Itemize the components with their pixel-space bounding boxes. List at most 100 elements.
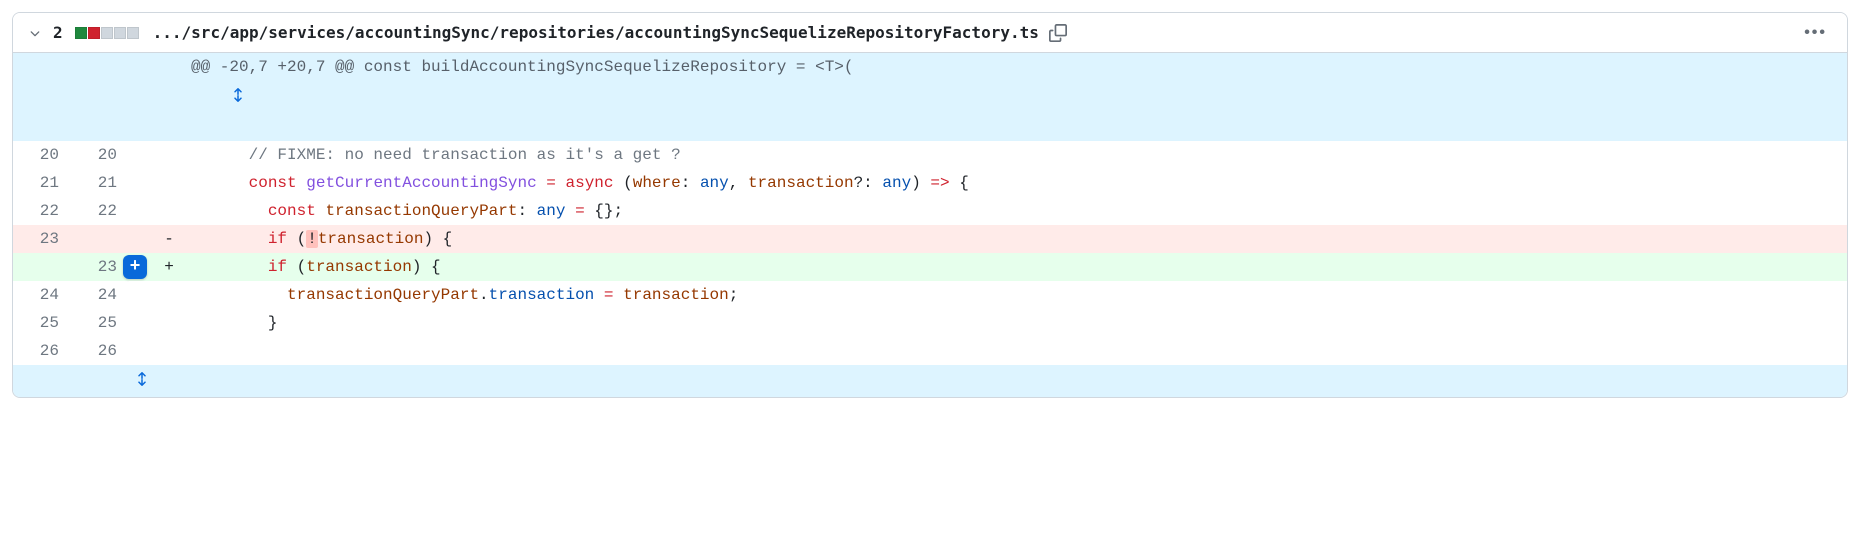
code-token: transaction xyxy=(748,174,854,192)
diff-stat-square-neutral xyxy=(127,27,139,39)
code-cell[interactable]: if (transaction) { xyxy=(183,253,1847,281)
copy-path-icon[interactable] xyxy=(1049,24,1067,42)
code-token xyxy=(565,202,575,220)
diff-stat-square-neutral xyxy=(101,27,113,39)
code-token xyxy=(191,202,268,220)
diff-sign xyxy=(155,197,183,225)
diff-stat-square-neutral xyxy=(114,27,126,39)
new-line-number[interactable]: 25 xyxy=(71,309,129,337)
diff-sign xyxy=(155,281,183,309)
old-line-number[interactable]: 23 xyxy=(13,225,71,253)
code-token: : xyxy=(681,174,700,192)
diff-line-ctx: 2525 } xyxy=(13,309,1847,337)
code-token: ( xyxy=(287,230,306,248)
code-token: any xyxy=(537,202,566,220)
hunk-header-row: @@ -20,7 +20,7 @@ const buildAccountingS… xyxy=(13,53,1847,141)
add-comment-gutter[interactable] xyxy=(129,309,155,337)
old-line-number[interactable]: 21 xyxy=(13,169,71,197)
new-line-number[interactable]: 24 xyxy=(71,281,129,309)
add-comment-button[interactable]: + xyxy=(123,255,147,279)
add-comment-gutter[interactable] xyxy=(129,337,155,365)
code-token: = xyxy=(604,286,614,304)
code-token: any xyxy=(882,174,911,192)
expand-hunk[interactable] xyxy=(129,365,155,397)
old-line-number[interactable]: 22 xyxy=(13,197,71,225)
old-line-number[interactable] xyxy=(13,253,71,281)
code-token: transaction xyxy=(318,230,424,248)
code-cell[interactable]: transactionQueryPart.transaction = trans… xyxy=(183,281,1847,309)
diff-line-del: 23 - if (!transaction) { xyxy=(13,225,1847,253)
code-token: const xyxy=(249,174,297,192)
code-token: ) { xyxy=(412,258,441,276)
code-token: => xyxy=(930,174,949,192)
new-line-number[interactable]: 20 xyxy=(71,141,129,169)
code-token: if xyxy=(268,258,287,276)
code-token xyxy=(316,202,326,220)
code-token xyxy=(191,230,268,248)
old-line-number[interactable]: 26 xyxy=(13,337,71,365)
code-token xyxy=(537,174,547,192)
diff-line-ctx: 2020 // FIXME: no need transaction as it… xyxy=(13,141,1847,169)
code-cell[interactable]: // FIXME: no need transaction as it's a … xyxy=(183,141,1847,169)
hunk-expand-row xyxy=(13,365,1847,397)
old-line-number[interactable]: 25 xyxy=(13,309,71,337)
diff-sign xyxy=(155,141,183,169)
code-token xyxy=(614,286,624,304)
code-cell[interactable]: const getCurrentAccountingSync = async (… xyxy=(183,169,1847,197)
file-menu-kebab-icon[interactable]: ••• xyxy=(1798,24,1833,42)
line-number-gutter xyxy=(13,365,129,397)
diff-sign: - xyxy=(155,225,183,253)
code-cell[interactable]: const transactionQueryPart: any = {}; xyxy=(183,197,1847,225)
old-line-number[interactable]: 24 xyxy=(13,281,71,309)
code-token: ) xyxy=(911,174,930,192)
code-token: } xyxy=(191,314,277,332)
add-comment-gutter[interactable]: + xyxy=(129,253,155,281)
old-line-number[interactable]: 20 xyxy=(13,141,71,169)
hunk-header-text: @@ -20,7 +20,7 @@ const buildAccountingS… xyxy=(183,53,1847,141)
code-token: ( xyxy=(287,258,306,276)
diff-stat-squares xyxy=(75,27,139,39)
diff-sign xyxy=(155,309,183,337)
expand-hunk[interactable] xyxy=(129,53,155,141)
code-token: . xyxy=(479,286,489,304)
code-token xyxy=(191,258,268,276)
add-comment-gutter[interactable] xyxy=(129,169,155,197)
code-token: where xyxy=(633,174,681,192)
diff-line-ctx: 2121 const getCurrentAccountingSync = as… xyxy=(13,169,1847,197)
code-token: = xyxy=(575,202,585,220)
code-token: transactionQueryPart xyxy=(287,286,479,304)
diff-line-add: 23++ if (transaction) { xyxy=(13,253,1847,281)
add-comment-gutter[interactable] xyxy=(129,225,155,253)
sign-cell xyxy=(155,365,183,397)
diff-sign xyxy=(155,169,183,197)
code-token: ) { xyxy=(423,230,452,248)
diff-file: 2 .../src/app/services/accountingSync/re… xyxy=(12,12,1848,398)
new-line-number[interactable]: 22 xyxy=(71,197,129,225)
file-path[interactable]: .../src/app/services/accountingSync/repo… xyxy=(153,23,1039,42)
code-token: { xyxy=(950,174,969,192)
diff-table: @@ -20,7 +20,7 @@ const buildAccountingS… xyxy=(13,53,1847,397)
new-line-number[interactable]: 26 xyxy=(71,337,129,365)
collapse-chevron-icon[interactable] xyxy=(27,25,43,41)
new-line-number[interactable] xyxy=(71,225,129,253)
new-line-number[interactable]: 21 xyxy=(71,169,129,197)
change-count: 2 xyxy=(53,23,63,42)
code-token: any xyxy=(700,174,729,192)
code-token: = xyxy=(546,174,556,192)
code-cell[interactable] xyxy=(183,337,1847,365)
code-token xyxy=(191,174,249,192)
code-cell[interactable]: } xyxy=(183,309,1847,337)
code-cell[interactable]: if (!transaction) { xyxy=(183,225,1847,253)
code-token: transaction xyxy=(623,286,729,304)
code-token: const xyxy=(268,202,316,220)
code-cell xyxy=(183,365,1847,397)
code-token: ; xyxy=(729,286,739,304)
code-token: transaction xyxy=(306,258,412,276)
code-token: ( xyxy=(614,174,633,192)
add-comment-gutter[interactable] xyxy=(129,197,155,225)
new-line-number[interactable]: 23 xyxy=(71,253,129,281)
code-token xyxy=(594,286,604,304)
add-comment-gutter[interactable] xyxy=(129,141,155,169)
expand-hunk-icon xyxy=(225,81,251,109)
add-comment-gutter[interactable] xyxy=(129,281,155,309)
